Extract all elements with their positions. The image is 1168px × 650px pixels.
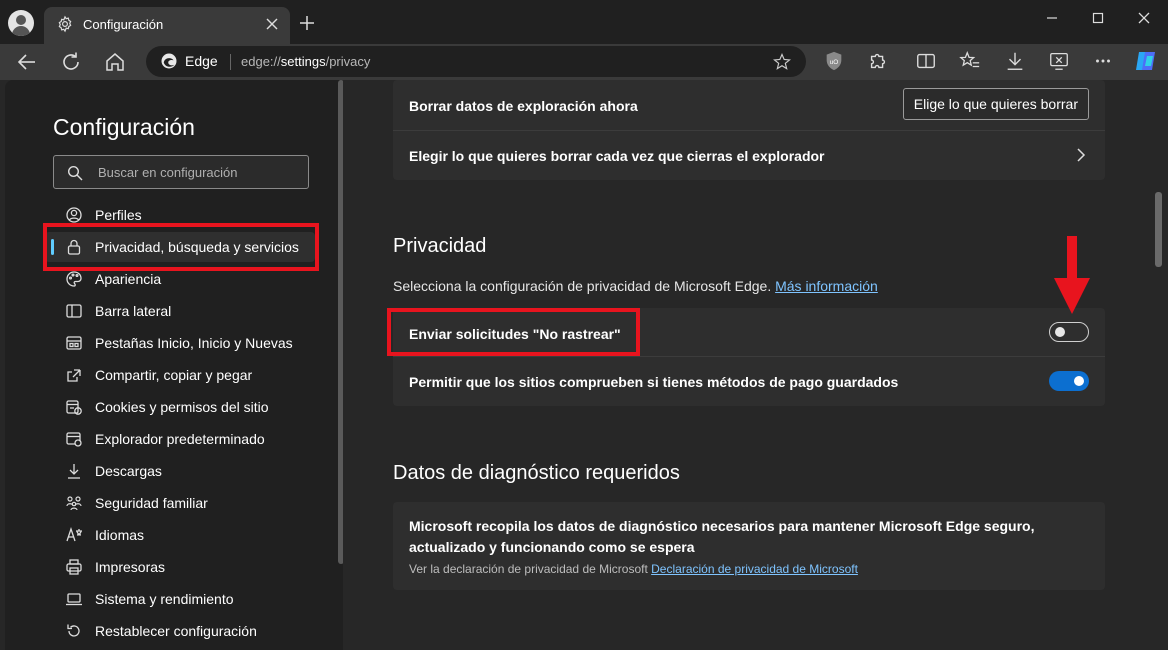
refresh-icon[interactable]	[59, 50, 83, 74]
cookies-icon	[66, 400, 82, 415]
sidebar-item-label: Cookies y permisos del sitio	[95, 399, 269, 415]
sidebar-item-label: Idiomas	[95, 527, 145, 543]
chevron-right-icon	[1077, 148, 1086, 162]
privacy-description: Selecciona la configuración de privacida…	[393, 278, 878, 294]
extensions-puzzle-icon[interactable]	[867, 50, 889, 72]
settings-sidebar: Configuración Perfiles Privacidad, búsqu…	[5, 80, 344, 650]
avatar-head	[16, 15, 26, 25]
payment-methods-row: Permitir que los sitios comprueben si ti…	[393, 357, 1105, 406]
sidebar-item-label: Seguridad familiar	[95, 495, 208, 511]
copilot-icon[interactable]	[1133, 48, 1159, 74]
ublock-shield-icon[interactable]: uO	[823, 50, 845, 72]
sidebar-item-label: Pestañas Inicio, Inicio y Nuevas	[95, 335, 293, 351]
main-scrollbar[interactable]	[1155, 192, 1162, 267]
payment-methods-toggle[interactable]	[1049, 371, 1089, 391]
download-icon	[68, 464, 80, 479]
sidebar-item-system-performance[interactable]: Sistema y rendimiento	[45, 584, 315, 614]
tab-settings[interactable]: Configuración	[44, 7, 290, 44]
favorite-star-icon[interactable]	[772, 52, 792, 72]
clear-now-row: Borrar datos de exploración ahora Elige …	[393, 80, 1105, 130]
edge-logo-icon	[161, 53, 177, 69]
split-screen-icon[interactable]	[915, 50, 937, 72]
address-bar[interactable]: Edge edge://settings/privacy	[146, 46, 806, 77]
close-tab-icon[interactable]	[262, 14, 282, 34]
favorites-list-icon[interactable]	[959, 50, 981, 72]
search-icon	[67, 165, 83, 181]
clear-now-label: Borrar datos de exploración ahora	[409, 98, 638, 114]
diagnostics-card: Microsoft recopila los datos de diagnóst…	[393, 502, 1105, 590]
sidebar-item-label: Explorador predeterminado	[95, 431, 265, 447]
tabs-icon	[66, 336, 82, 350]
sidebar-item-downloads[interactable]: Descargas	[45, 456, 315, 486]
minimize-icon[interactable]	[1040, 6, 1064, 30]
clear-data-card: Borrar datos de exploración ahora Elige …	[393, 80, 1105, 180]
laptop-icon	[66, 593, 82, 606]
diagnostics-small-text: Ver la declaración de privacidad de Micr…	[409, 562, 858, 576]
annotation-box-do-not-track	[387, 308, 640, 356]
settings-search[interactable]	[53, 155, 309, 189]
more-options-icon[interactable]	[1092, 50, 1114, 72]
svg-text:uO: uO	[830, 59, 839, 66]
sidebar-item-label: Barra lateral	[95, 303, 172, 319]
address-separator	[230, 54, 231, 70]
do-not-track-toggle[interactable]	[1049, 322, 1089, 342]
site-label: Edge	[185, 53, 218, 69]
diagnostics-heading: Datos de diagnóstico requeridos	[393, 462, 680, 484]
gear-icon	[58, 15, 72, 33]
toggle-knob	[1055, 327, 1065, 337]
title-bar: Configuración	[0, 0, 1168, 44]
back-icon[interactable]	[15, 50, 39, 74]
sidebar-item-default-browser[interactable]: Explorador predeterminado	[45, 424, 315, 454]
reset-icon	[67, 624, 80, 637]
sidebar-item-label: Apariencia	[95, 271, 162, 287]
language-icon	[66, 526, 82, 542]
browser-icon	[66, 432, 82, 447]
url-text: edge://settings/privacy	[241, 54, 371, 69]
settings-title: Configuración	[53, 114, 195, 140]
more-info-link[interactable]: Más información	[775, 278, 878, 294]
screenshot-icon[interactable]	[1048, 50, 1070, 72]
annotation-box-privacy-item	[43, 223, 319, 271]
share-icon	[67, 369, 81, 382]
sidebar-item-cookies[interactable]: Cookies y permisos del sitio	[45, 392, 315, 422]
sidebar-item-printers[interactable]: Impresoras	[45, 552, 315, 582]
clear-on-close-label: Elegir lo que quieres borrar cada vez qu…	[409, 148, 825, 164]
choose-what-to-clear-button[interactable]: Elige lo que quieres borrar	[902, 88, 1089, 120]
clear-on-close-row[interactable]: Elegir lo que quieres borrar cada vez qu…	[393, 131, 1105, 180]
sidebar-item-label: Compartir, copiar y pegar	[95, 367, 253, 383]
sidebar-item-start-home-tabs[interactable]: Pestañas Inicio, Inicio y Nuevas	[45, 328, 315, 358]
sidebar-item-family-safety[interactable]: Seguridad familiar	[45, 488, 315, 518]
profile-avatar[interactable]	[8, 10, 34, 36]
printer-icon	[66, 559, 82, 575]
sidebar-item-label: Impresoras	[95, 559, 166, 575]
payment-methods-label: Permitir que los sitios comprueben si ti…	[409, 374, 899, 390]
sidebar-item-label: Sistema y rendimiento	[95, 591, 234, 607]
sidebar-item-label: Descargas	[95, 463, 162, 479]
maximize-icon[interactable]	[1086, 6, 1110, 30]
home-icon[interactable]	[103, 50, 127, 74]
downloads-icon[interactable]	[1004, 50, 1026, 72]
annotation-arrow-icon	[1054, 236, 1090, 314]
sidebar-item-label: Restablecer configuración	[95, 623, 257, 639]
close-window-icon[interactable]	[1132, 6, 1156, 30]
toggle-knob	[1074, 376, 1084, 386]
search-input[interactable]	[98, 163, 298, 181]
privacy-heading: Privacidad	[393, 235, 487, 257]
palette-icon	[66, 271, 82, 287]
new-tab-icon[interactable]	[297, 13, 317, 33]
diagnostics-text: Microsoft recopila los datos de diagnóst…	[409, 518, 1035, 555]
tab-title: Configuración	[83, 17, 164, 32]
sidebar-item-reset-settings[interactable]: Restablecer configuración	[45, 616, 315, 646]
avatar-shoulders	[12, 26, 30, 36]
profile-icon	[66, 207, 82, 223]
browser-toolbar: Edge edge://settings/privacy uO	[0, 44, 1168, 80]
family-icon	[66, 496, 82, 511]
sidebar-item-languages[interactable]: Idiomas	[45, 520, 315, 550]
privacy-statement-link[interactable]: Declaración de privacidad de Microsoft	[651, 562, 858, 576]
sidebar-item-share-copy-paste[interactable]: Compartir, copiar y pegar	[45, 360, 315, 390]
settings-main: Borrar datos de exploración ahora Elige …	[343, 80, 1168, 650]
sidebar-item-label: Perfiles	[95, 207, 142, 223]
sidebar-icon	[66, 304, 82, 318]
sidebar-item-sidebar[interactable]: Barra lateral	[45, 296, 315, 326]
